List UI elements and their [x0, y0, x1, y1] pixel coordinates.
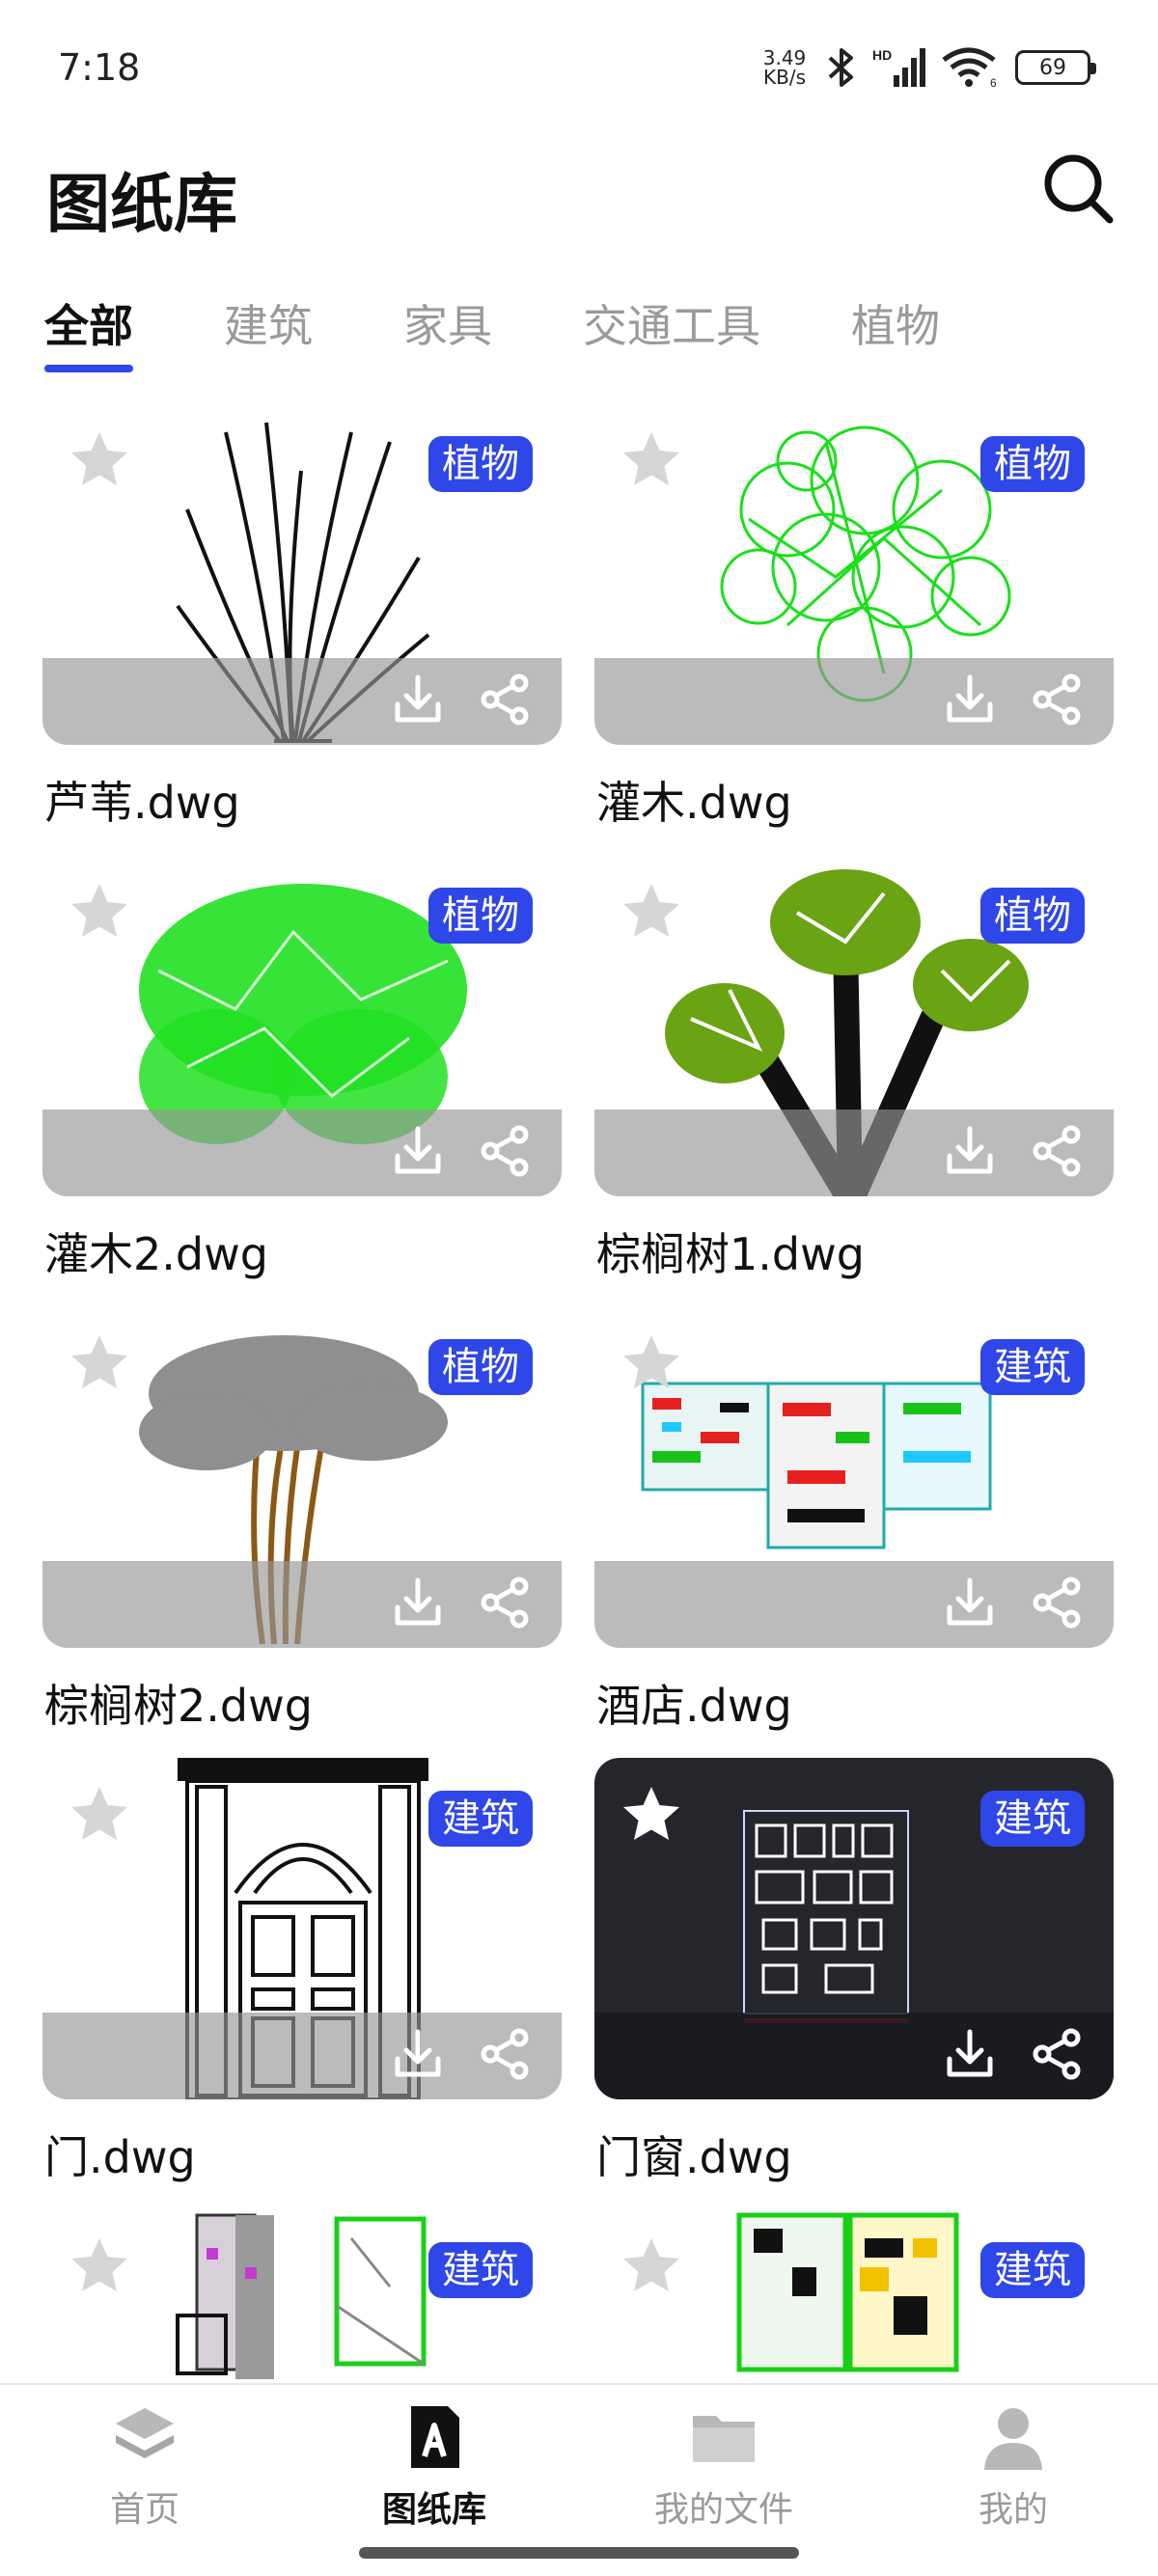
svg-text:6: 6 [990, 76, 997, 89]
category-tag: 建筑 [428, 2242, 533, 2298]
card-file-name: 酒店.dwg [596, 1680, 792, 1732]
share-icon[interactable] [477, 1123, 533, 1179]
user-icon [984, 2408, 1042, 2470]
bluetooth-icon [828, 48, 853, 87]
drawing-card[interactable]: 建筑 [594, 1306, 1114, 1648]
download-icon[interactable] [390, 2026, 446, 2082]
card-file-name: 门.dwg [44, 2131, 196, 2183]
folder-icon [693, 2416, 755, 2462]
drawing-card[interactable]: 植物 [42, 855, 562, 1196]
star-icon[interactable] [618, 1329, 685, 1397]
category-tag: 植物 [980, 436, 1085, 492]
share-icon[interactable] [1029, 2026, 1085, 2082]
download-icon[interactable] [390, 671, 446, 727]
star-icon[interactable] [66, 2233, 133, 2300]
download-icon[interactable] [942, 2026, 998, 2082]
card-file-name: 棕榈树2.dwg [44, 1680, 313, 1732]
tab-plants[interactable]: 植物 [851, 291, 940, 372]
status-icons: 3.49 KB/s HD 6 69 [758, 46, 1096, 89]
star-icon[interactable] [618, 1781, 685, 1849]
share-icon[interactable] [477, 671, 533, 727]
category-tag: 建筑 [428, 1791, 533, 1847]
card-file-name: 灌木.dwg [596, 777, 792, 829]
category-tag: 植物 [980, 888, 1085, 944]
svg-text:HD: HD [872, 47, 892, 63]
layers-icon [116, 2408, 174, 2458]
tab-furniture[interactable]: 家具 [403, 291, 492, 372]
wifi-icon: 6 [942, 47, 997, 89]
share-icon[interactable] [1029, 1575, 1085, 1631]
star-icon[interactable] [66, 1329, 133, 1397]
battery-icon: 69 [1015, 50, 1096, 85]
card-file-name: 芦苇.dwg [44, 777, 240, 829]
star-icon[interactable] [618, 2233, 685, 2300]
drawing-library-icon [411, 2406, 459, 2468]
download-icon[interactable] [942, 1123, 998, 1179]
share-icon[interactable] [1029, 1123, 1085, 1179]
star-icon[interactable] [66, 426, 133, 494]
share-icon[interactable] [1029, 671, 1085, 727]
nav-home[interactable]: 首页 [48, 2400, 241, 2532]
tab-architecture[interactable]: 建筑 [224, 291, 313, 372]
drawing-card[interactable]: 建筑 [42, 1758, 562, 2099]
nav-drawing-library[interactable]: 图纸库 [338, 2400, 531, 2532]
signal-icon: HD [872, 47, 925, 87]
drawing-card[interactable]: 建筑 [594, 1758, 1114, 2099]
star-icon[interactable] [66, 1781, 133, 1849]
category-tag: 建筑 [980, 1339, 1085, 1395]
share-icon[interactable] [477, 2026, 533, 2082]
star-icon[interactable] [618, 878, 685, 945]
download-icon[interactable] [942, 671, 998, 727]
page-title: 图纸库 [46, 167, 237, 241]
network-speed: 3.49 KB/s [762, 46, 807, 89]
category-tag: 建筑 [980, 1791, 1085, 1847]
card-file-name: 灌木2.dwg [44, 1228, 268, 1280]
nav-my-files[interactable]: 我的文件 [627, 2400, 820, 2532]
star-icon[interactable] [618, 426, 685, 494]
category-tabs: 全部 建筑 家具 交通工具 植物 [44, 291, 1031, 372]
drawing-card[interactable]: 植物 [42, 403, 562, 745]
category-tag: 植物 [428, 888, 533, 944]
card-file-name: 门窗.dwg [596, 2131, 792, 2183]
status-bar: 7:18 3.49 KB/s HD 6 69 [0, 0, 1158, 135]
home-indicator[interactable] [359, 2547, 799, 2559]
download-icon[interactable] [942, 1575, 998, 1631]
drawing-card[interactable]: 植物 [594, 403, 1114, 745]
category-tag: 植物 [428, 436, 533, 492]
drawing-card[interactable]: 建筑 [594, 2209, 1114, 2383]
star-icon[interactable] [66, 878, 133, 945]
tab-all[interactable]: 全部 [44, 291, 133, 372]
search-icon[interactable] [1042, 152, 1116, 226]
card-file-name: 棕榈树1.dwg [596, 1228, 865, 1280]
share-icon[interactable] [477, 1575, 533, 1631]
tab-vehicles[interactable]: 交通工具 [583, 291, 760, 372]
category-tag: 建筑 [980, 2242, 1085, 2298]
drawing-card[interactable]: 植物 [42, 1306, 562, 1648]
status-time: 7:18 [58, 46, 141, 89]
download-icon[interactable] [390, 1575, 446, 1631]
drawing-card[interactable]: 建筑 [42, 2209, 562, 2383]
category-tag: 植物 [428, 1339, 533, 1395]
download-icon[interactable] [390, 1123, 446, 1179]
nav-profile[interactable]: 我的 [917, 2400, 1110, 2532]
drawing-card[interactable]: 植物 [594, 855, 1114, 1196]
